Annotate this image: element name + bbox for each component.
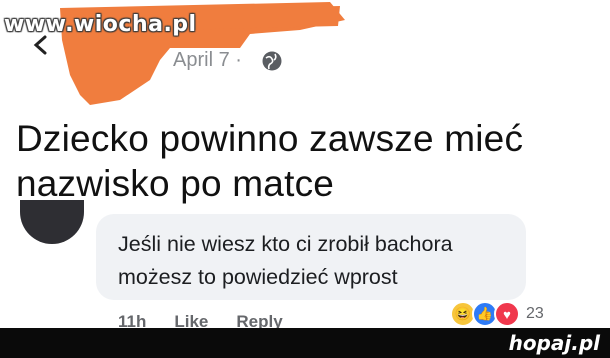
post-header: www.wiocha.pl April 7 ·	[0, 0, 610, 105]
comment-line-2: możesz to powiedzieć wprost	[118, 265, 398, 289]
globe-icon	[262, 51, 282, 71]
reaction-count: 23	[526, 305, 544, 322]
post-date: April 7 ·	[173, 49, 242, 71]
footer-logo: hopaj.pl	[508, 331, 600, 355]
footer-bar: hopaj.pl	[0, 328, 610, 358]
reactions-summary[interactable]: 😆 👍 ♥ 23	[450, 301, 544, 327]
back-chevron-icon[interactable]	[30, 34, 52, 56]
love-icon: ♥	[494, 301, 520, 327]
comment-text: Jeśli nie wiesz kto ci zrobił bachora mo…	[118, 228, 453, 294]
comment-line-1: Jeśli nie wiesz kto ci zrobił bachora	[118, 232, 453, 256]
avatar[interactable]	[20, 200, 84, 244]
post-text: Dziecko powinno zawsze mieć nazwisko po …	[16, 118, 524, 204]
